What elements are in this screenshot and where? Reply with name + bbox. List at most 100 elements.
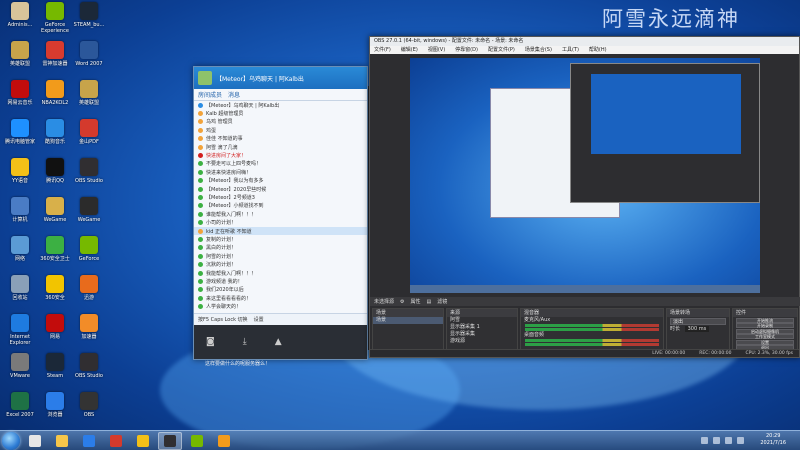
member-row[interactable]: 小司的计划！ bbox=[194, 218, 367, 226]
desktop-icon[interactable]: 加速器 bbox=[72, 314, 106, 340]
tab-members[interactable]: 房间成员 bbox=[198, 90, 222, 99]
desktop-icon[interactable]: 浏览器 bbox=[38, 392, 72, 418]
desktop-icon[interactable]: Excel 2007 bbox=[3, 392, 37, 418]
properties-button[interactable]: 属性 bbox=[411, 298, 421, 305]
member-row[interactable]: 来这里看看看看的！ bbox=[194, 294, 367, 302]
desktop-icon[interactable]: 金山PDF bbox=[72, 119, 106, 145]
desktop-icon[interactable]: Internet Explorer bbox=[3, 314, 37, 346]
member-row[interactable]: 佳佳 不知道的事 bbox=[194, 135, 367, 143]
desktop-icon[interactable]: OBS Studio bbox=[72, 353, 106, 379]
desktop-icon[interactable]: OBS bbox=[72, 392, 106, 418]
gear-icon[interactable]: ⚙ bbox=[400, 299, 404, 305]
member-row[interactable]: 谁能帮我入门啊！！！ bbox=[194, 210, 367, 218]
member-row[interactable]: 【Meteor】小频道找不到 bbox=[194, 202, 367, 210]
menu-item[interactable]: 场景集合(S) bbox=[525, 46, 552, 54]
taskbar-app[interactable] bbox=[50, 432, 74, 450]
member-row[interactable]: 快进房间了大家！ bbox=[194, 151, 367, 159]
member-row[interactable]: 游戏频道 我的！ bbox=[194, 277, 367, 285]
desktop-icon[interactable]: WeGame bbox=[38, 197, 72, 223]
member-row[interactable]: 阿雪 滴了几滴 bbox=[194, 143, 367, 151]
member-row[interactable]: kid 正在听歌 不知道 bbox=[194, 226, 367, 236]
desktop-icon[interactable]: 网络 bbox=[3, 236, 37, 262]
chat-titlebar[interactable]: 【Meteor】乌鸡聊天 | 阿Kalb出 bbox=[194, 67, 367, 89]
member-row[interactable]: 不要走可以上四号麦吗！ bbox=[194, 160, 367, 168]
desktop-icon[interactable]: OBS Studio bbox=[72, 158, 106, 184]
desktop-icon[interactable]: 网易云音乐 bbox=[3, 80, 37, 106]
live-icon[interactable]: ◙ bbox=[206, 337, 215, 347]
tab-messages[interactable]: 消息 bbox=[228, 90, 240, 99]
desktop-icon[interactable]: 腾讯电脑管家 bbox=[3, 119, 37, 145]
desktop-icon[interactable]: 迅游 bbox=[72, 275, 106, 301]
tray-icon[interactable] bbox=[713, 437, 720, 444]
source-item[interactable]: 显示器采集 1 bbox=[447, 324, 517, 331]
member-row[interactable]: 鸡蛋 bbox=[194, 126, 367, 134]
menu-item[interactable]: 帮助(H) bbox=[589, 46, 607, 54]
transition-select[interactable]: 淡出 bbox=[670, 318, 726, 325]
desktop-icon[interactable]: 英雄联盟 bbox=[3, 41, 37, 67]
settings-button[interactable]: 设置 bbox=[736, 339, 794, 345]
menu-item[interactable]: 工具(T) bbox=[562, 46, 579, 54]
mic-icon[interactable]: ▲ bbox=[275, 337, 282, 347]
menu-item[interactable]: 配置文件(P) bbox=[488, 46, 515, 54]
desktop-icon[interactable]: Adminis... bbox=[3, 2, 37, 28]
obs-preview[interactable] bbox=[410, 58, 760, 293]
member-row[interactable]: 【Meteor】2020早些时候 bbox=[194, 185, 367, 193]
member-row[interactable]: Kalb 超级管理员 bbox=[194, 109, 367, 117]
start-recording-button[interactable]: 开始录制 bbox=[736, 323, 794, 328]
scene-item[interactable]: 场景 bbox=[373, 317, 443, 324]
menu-item[interactable]: 编辑(E) bbox=[401, 46, 418, 54]
source-item[interactable]: 游戏源 bbox=[447, 338, 517, 345]
start-streaming-button[interactable]: 开始推流 bbox=[736, 317, 794, 323]
desktop-icon[interactable]: 回收站 bbox=[3, 275, 37, 301]
desktop-icon[interactable]: 英雄联盟 bbox=[72, 80, 106, 106]
taskbar-app[interactable] bbox=[23, 432, 47, 450]
member-row[interactable]: 快进来快进房间嗨！ bbox=[194, 168, 367, 176]
member-row[interactable]: 【Meteor】乌鸡聊天 | 阿Kalb出 bbox=[194, 101, 367, 109]
member-row[interactable]: 复制的计划！ bbox=[194, 235, 367, 243]
menu-item[interactable]: 视图(V) bbox=[428, 46, 445, 54]
desktop-icon[interactable]: NBA2KOL2 bbox=[38, 80, 72, 106]
desktop-icon[interactable]: GeForce bbox=[72, 236, 106, 262]
desktop-icon[interactable]: Word 2007 bbox=[72, 41, 106, 67]
filters-button[interactable]: 滤镜 bbox=[437, 298, 447, 305]
source-item[interactable]: 阿雪 bbox=[447, 317, 517, 324]
member-row[interactable]: 沉默的计划！ bbox=[194, 260, 367, 268]
menu-item[interactable]: 停靠窗(D) bbox=[455, 46, 478, 54]
taskbar-app[interactable] bbox=[185, 432, 209, 450]
filter-icon[interactable]: ▤ bbox=[427, 299, 432, 305]
member-row[interactable]: 我能帮我入门啊！！！ bbox=[194, 269, 367, 277]
member-row[interactable]: 我们2020年以后 bbox=[194, 286, 367, 294]
desktop-icon[interactable]: WeGame bbox=[72, 197, 106, 223]
member-row[interactable]: 【Meteor】我以为有多多 bbox=[194, 177, 367, 185]
taskbar-app[interactable] bbox=[158, 431, 182, 450]
taskbar-app[interactable] bbox=[104, 432, 128, 450]
source-item[interactable]: 显示器采集 bbox=[447, 331, 517, 338]
volume-icon[interactable] bbox=[725, 437, 732, 444]
desktop-icon[interactable]: 腾讯QQ bbox=[38, 158, 72, 184]
clock[interactable]: 20:29 2021/7/16 bbox=[760, 433, 786, 447]
desktop-icon[interactable]: 360安全 bbox=[38, 275, 72, 301]
virtual-camera-button[interactable]: 启动虚拟摄像机 bbox=[736, 328, 794, 334]
desktop-icon[interactable]: Steam bbox=[38, 353, 72, 379]
download-icon[interactable]: ⤓ bbox=[243, 337, 247, 347]
member-row[interactable]: 黑白的计划！ bbox=[194, 244, 367, 252]
desktop-icon[interactable]: GeForce Experience bbox=[38, 2, 72, 34]
member-row[interactable]: 人学会聊天的！ bbox=[194, 302, 367, 310]
desktop-icon[interactable]: YY语音 bbox=[3, 158, 37, 184]
studio-mode-button[interactable]: 工作室模式 bbox=[736, 334, 794, 339]
duration-input[interactable]: 300 ms bbox=[684, 326, 710, 332]
settings-link[interactable]: 设置 bbox=[254, 316, 264, 323]
desktop-icon[interactable]: 计算机 bbox=[3, 197, 37, 223]
member-row[interactable]: 乌鸡 管理员 bbox=[194, 118, 367, 126]
member-row[interactable]: 阿雪的计划！ bbox=[194, 252, 367, 260]
desktop-icon[interactable]: 酷狗音乐 bbox=[38, 119, 72, 145]
taskbar-app[interactable] bbox=[131, 432, 155, 450]
menu-item[interactable]: 文件(F) bbox=[374, 46, 391, 54]
start-button[interactable] bbox=[2, 431, 20, 450]
member-row[interactable]: 【Meteor】2号频道3 bbox=[194, 193, 367, 201]
desktop-icon[interactable]: VMware bbox=[3, 353, 37, 379]
desktop-icon[interactable]: 雷神加速器 bbox=[38, 41, 72, 67]
taskbar-app[interactable] bbox=[77, 432, 101, 450]
tray-icon[interactable] bbox=[701, 437, 708, 444]
desktop-icon[interactable]: STEAM_bu... bbox=[72, 2, 106, 28]
